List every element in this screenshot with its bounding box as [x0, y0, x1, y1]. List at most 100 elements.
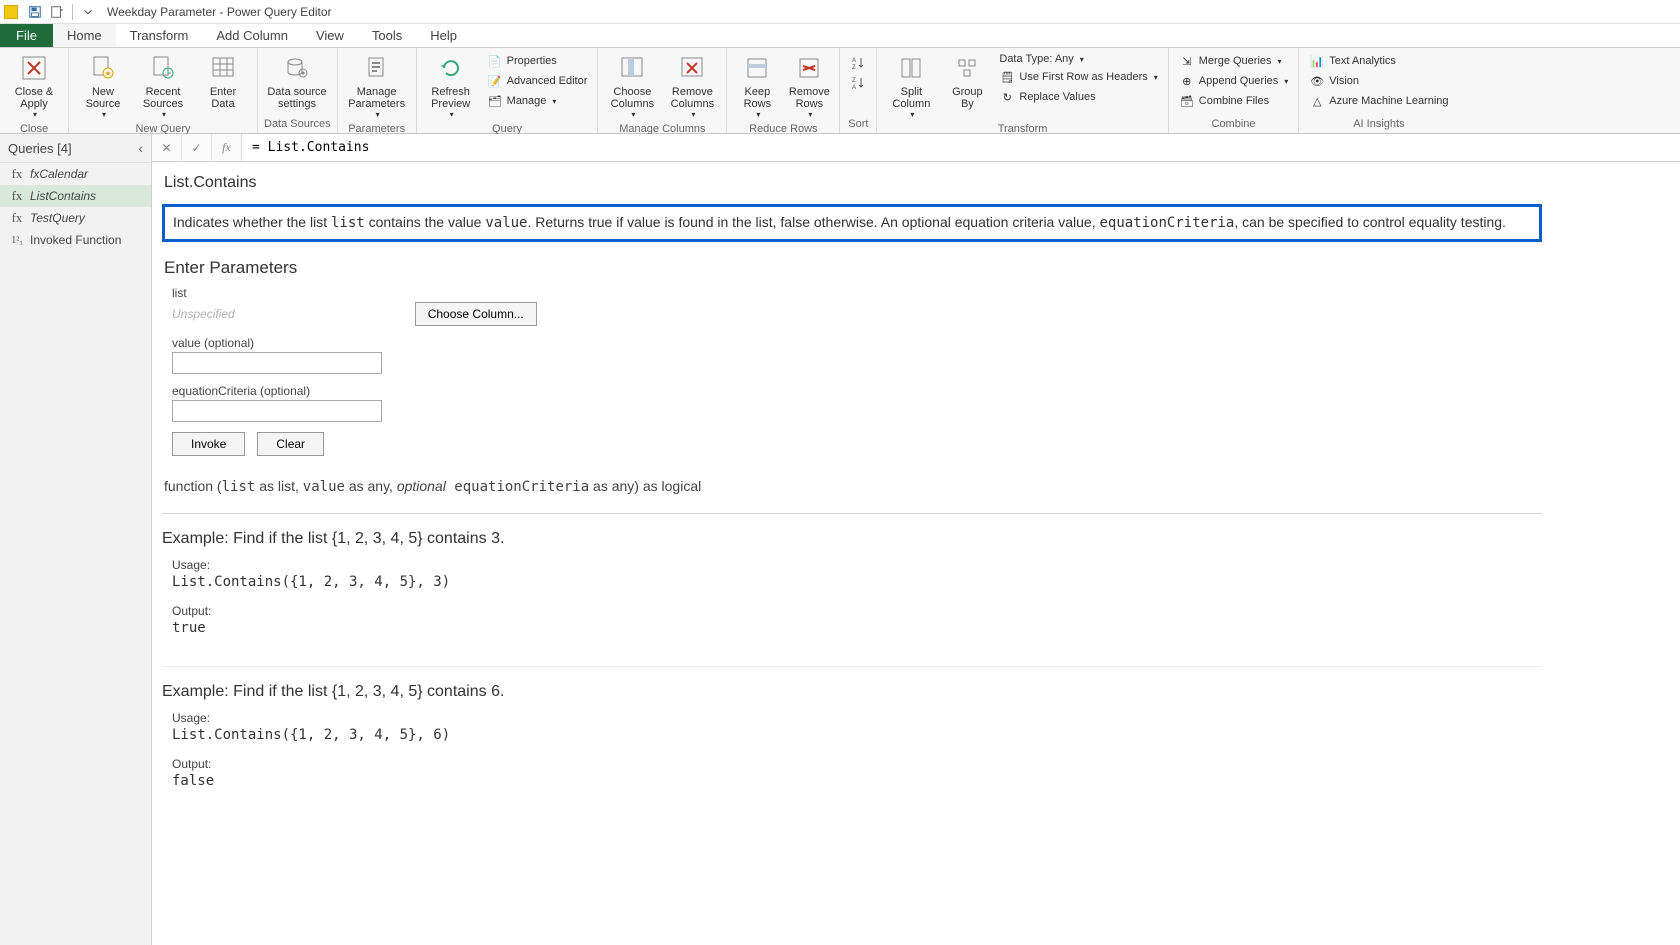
query-label: TestQuery: [30, 211, 85, 225]
desc-text: . Returns true if value is found in the …: [528, 214, 1100, 230]
queries-panel: Queries [4] ‹ fx fxCalendar fx ListConta…: [0, 134, 152, 945]
properties-button[interactable]: 📄Properties: [483, 52, 592, 70]
choose-column-button[interactable]: Choose Column...: [415, 302, 537, 326]
sort-desc-icon: ZA: [850, 75, 866, 91]
headers-icon: 🗒: [999, 69, 1015, 85]
advanced-editor-label: Advanced Editor: [507, 75, 588, 87]
remove-columns-button[interactable]: RemoveColumns▾: [664, 50, 720, 121]
text-analytics-icon: 📊: [1309, 53, 1325, 69]
sig-text: as any) as logical: [589, 478, 701, 494]
combine-files-button[interactable]: 🗃Combine Files: [1175, 92, 1293, 110]
tab-help[interactable]: Help: [416, 24, 471, 47]
azure-ml-button[interactable]: △Azure Machine Learning: [1305, 92, 1452, 110]
append-queries-label: Append Queries: [1199, 75, 1279, 87]
usage-label: Usage:: [172, 558, 1542, 572]
group-by-button[interactable]: GroupBy: [943, 50, 991, 112]
advanced-editor-button[interactable]: 📝Advanced Editor: [483, 72, 592, 90]
query-item-invoked-function[interactable]: 1²₃ Invoked Function: [0, 229, 151, 251]
desc-code: value: [485, 215, 527, 231]
query-label: ListContains: [30, 189, 96, 203]
text-analytics-button[interactable]: 📊 Text Analytics: [1305, 52, 1452, 70]
tab-add-column[interactable]: Add Column: [202, 24, 302, 47]
param-action-buttons: Invoke Clear: [172, 432, 1680, 456]
svg-text:Z: Z: [852, 65, 856, 71]
close-apply-label: Close &Apply: [15, 86, 54, 110]
enter-data-button[interactable]: EnterData: [195, 50, 251, 112]
formula-accept-button[interactable]: ✓: [182, 134, 212, 162]
tab-home[interactable]: Home: [53, 24, 116, 47]
vision-button[interactable]: 👁Vision: [1305, 72, 1452, 90]
split-column-button[interactable]: SplitColumn▾: [883, 50, 939, 121]
keep-rows-button[interactable]: KeepRows▾: [733, 50, 781, 121]
param-list: list Unspecified Choose Column...: [172, 286, 1680, 326]
replace-values-button[interactable]: ↻Replace Values: [995, 88, 1161, 106]
param-value-input[interactable]: [172, 352, 382, 374]
tab-view[interactable]: View: [302, 24, 358, 47]
sig-optional: optional: [397, 478, 446, 494]
ribbon: Close &Apply ▾ Close ★ NewSource▾ Recent…: [0, 48, 1680, 134]
menu-bar: File Home Transform Add Column View Tool…: [0, 24, 1680, 48]
query-item-fxcalendar[interactable]: fx fxCalendar: [0, 163, 151, 185]
azure-ml-icon: △: [1309, 93, 1325, 109]
formula-fx-button[interactable]: fx: [212, 134, 242, 162]
param-eq-input[interactable]: [172, 400, 382, 422]
svg-text:A: A: [852, 58, 856, 64]
new-source-button[interactable]: ★ NewSource▾: [75, 50, 131, 121]
first-row-headers-button[interactable]: 🗒Use First Row as Headers▾: [995, 68, 1161, 86]
group-label-combine: Combine: [1175, 116, 1293, 133]
append-icon: ⊕: [1179, 73, 1195, 89]
dropdown-caret-icon: ▾: [808, 110, 812, 119]
invoke-button[interactable]: Invoke: [172, 432, 245, 456]
query-item-testquery[interactable]: fx TestQuery: [0, 207, 151, 229]
group-label-datasources: Data Sources: [264, 116, 331, 133]
qat-undo-dropdown[interactable]: [46, 2, 68, 22]
clear-button[interactable]: Clear: [257, 432, 324, 456]
dropdown-caret-icon: ▾: [162, 110, 166, 119]
svg-text:A: A: [852, 85, 856, 91]
sort-asc-button[interactable]: AZ: [846, 54, 870, 72]
manage-parameters-button[interactable]: ManageParameters▾: [344, 50, 410, 121]
formula-cancel-button[interactable]: ✕: [152, 134, 182, 162]
data-type-button[interactable]: Data Type: Any▾: [995, 52, 1161, 66]
append-queries-button[interactable]: ⊕Append Queries▾: [1175, 72, 1293, 90]
desc-text: Indicates whether the list: [173, 214, 331, 230]
param-value-label: value (optional): [172, 336, 1680, 350]
close-apply-button[interactable]: Close &Apply ▾: [6, 50, 62, 121]
qat-customize-dropdown[interactable]: [77, 2, 99, 22]
recent-sources-button[interactable]: RecentSources▾: [135, 50, 191, 121]
ribbon-group-transform: SplitColumn▾ GroupBy Data Type: Any▾ 🗒Us…: [877, 48, 1168, 133]
param-equation-criteria: equationCriteria (optional): [172, 384, 1680, 422]
formula-input[interactable]: [242, 134, 1680, 161]
choose-columns-button[interactable]: ChooseColumns▾: [604, 50, 660, 121]
example-heading: Example: Find if the list {1, 2, 3, 4, 5…: [162, 530, 1542, 548]
manage-label: Manage: [507, 95, 547, 107]
svg-text:Z: Z: [852, 78, 856, 84]
body-area: Queries [4] ‹ fx fxCalendar fx ListConta…: [0, 134, 1680, 945]
queries-header: Queries [4] ‹: [0, 134, 151, 163]
data-type-label: Data Type: Any: [999, 53, 1073, 65]
dropdown-caret-icon: ▾: [552, 97, 556, 106]
svg-text:★: ★: [104, 69, 111, 78]
refresh-preview-button[interactable]: RefreshPreview▾: [423, 50, 479, 121]
app-icon: [4, 5, 18, 19]
text-analytics-label: Text Analytics: [1329, 55, 1396, 67]
qat-save-button[interactable]: [24, 2, 46, 22]
number-icon: 1²₃: [10, 233, 24, 247]
tab-transform[interactable]: Transform: [116, 24, 203, 47]
query-item-listcontains[interactable]: fx ListContains: [0, 185, 151, 207]
ribbon-group-ai-insights: 📊 Text Analytics 👁Vision △Azure Machine L…: [1299, 48, 1458, 133]
merge-queries-button[interactable]: ⇲Merge Queries▾: [1175, 52, 1293, 70]
ribbon-group-query: RefreshPreview▾ 📄Properties 📝Advanced Ed…: [417, 48, 599, 133]
keep-rows-label: KeepRows: [744, 86, 772, 110]
tab-tools[interactable]: Tools: [358, 24, 416, 47]
sort-desc-button[interactable]: ZA: [846, 74, 870, 92]
function-icon: fx: [10, 189, 24, 203]
output-label: Output:: [172, 757, 1542, 771]
data-source-settings-button[interactable]: Data sourcesettings: [264, 50, 330, 112]
manage-button[interactable]: 🗂Manage▾: [483, 92, 592, 110]
usage-label: Usage:: [172, 711, 1542, 725]
remove-rows-label: RemoveRows: [789, 86, 830, 110]
remove-rows-button[interactable]: RemoveRows▾: [785, 50, 833, 121]
file-tab[interactable]: File: [0, 24, 53, 47]
collapse-queries-button[interactable]: ‹: [138, 140, 143, 156]
